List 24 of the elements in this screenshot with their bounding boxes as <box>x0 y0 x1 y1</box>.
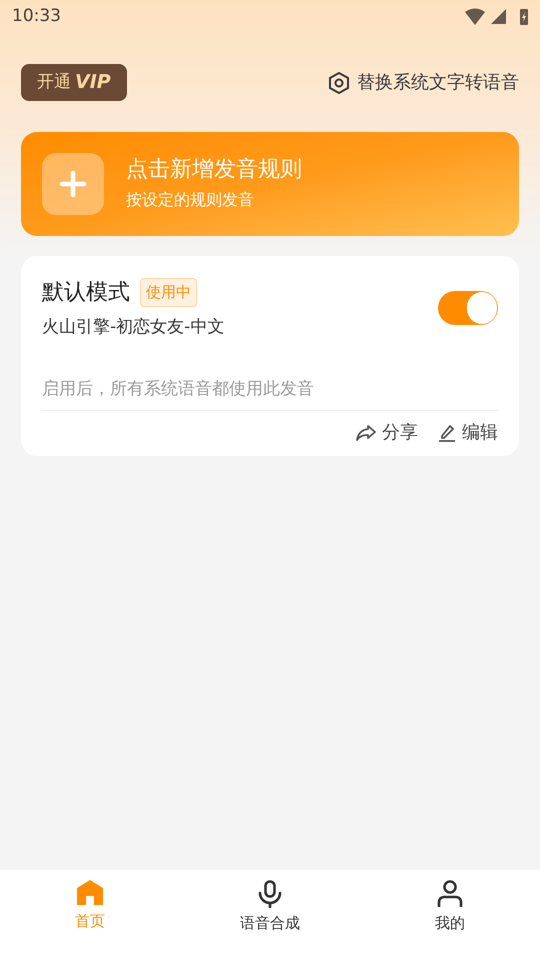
status-time: 10:33 <box>12 4 61 28</box>
rule-description: 启用后，所有系统语音都使用此发音 <box>42 376 498 411</box>
microphone-icon <box>257 880 283 908</box>
in-use-tag: 使用中 <box>140 278 197 307</box>
rule-name: 默认模式 <box>42 279 130 307</box>
plus-icon <box>42 153 104 215</box>
add-rule-subtitle: 按设定的规则发音 <box>126 188 255 211</box>
vip-button[interactable]: 开通 VIP <box>21 64 127 101</box>
rule-toggle[interactable] <box>438 291 498 326</box>
wifi-icon <box>465 8 485 25</box>
home-icon <box>76 880 104 906</box>
share-icon <box>356 424 376 440</box>
battery-icon <box>520 8 528 24</box>
signal-icon <box>491 9 506 24</box>
edit-button[interactable]: 编辑 <box>438 419 498 446</box>
voice-name: 火山引擎-初恋女友-中文 <box>42 316 224 339</box>
hexagon-settings-icon <box>329 72 349 94</box>
nav-tab[interactable]: 语音合成 <box>180 880 360 934</box>
share-button[interactable]: 分享 <box>356 419 418 446</box>
replace-tts-link[interactable]: 替换系统文字转语音 <box>329 69 519 96</box>
user-icon <box>437 880 463 908</box>
add-rule-title: 点击新增发音规则 <box>126 156 302 184</box>
pencil-icon <box>438 424 456 442</box>
nav-tab[interactable]: 我的 <box>360 880 540 934</box>
